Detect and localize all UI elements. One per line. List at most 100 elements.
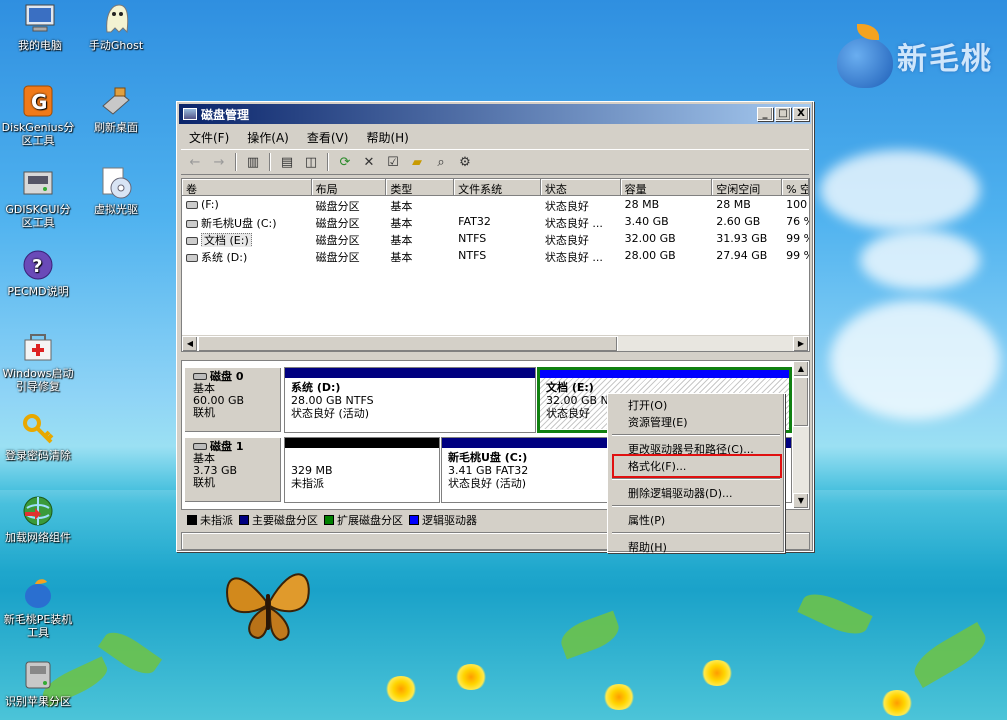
desktop-icon-network[interactable]: 加载网络组件 xyxy=(0,494,76,544)
column-header-type[interactable]: 类型 xyxy=(386,179,455,196)
desktop-icon-my-computer[interactable]: 我的电脑 xyxy=(2,2,78,52)
unallocated-bar xyxy=(285,438,439,448)
vertical-scrollbar[interactable]: ▲ ▼ xyxy=(793,361,809,509)
show-hide-tree-icon[interactable]: ▥ xyxy=(243,153,263,171)
menu-item-explore[interactable]: 资源管理(E) xyxy=(610,413,782,430)
volume-list-header: 卷 布局 类型 文件系统 状态 容量 空闲空间 % 空 xyxy=(182,179,809,196)
table-row[interactable]: 系统 (D:) 磁盘分区 基本 NTFS 状态良好 ... 28.00 GB 2… xyxy=(182,247,809,264)
table-row[interactable]: (F:) 磁盘分区 基本 状态良好 28 MB 28 MB 100 % xyxy=(182,196,809,213)
gdiskgui-icon xyxy=(21,166,55,200)
desktop-icon-virtual-cd[interactable]: 虚拟光驱 xyxy=(78,166,154,216)
disk-state: 联机 xyxy=(193,406,215,419)
volume-name-cell: 新毛桃U盘 (C:) xyxy=(182,213,312,230)
desktop-icon-boot-repair[interactable]: Windows启动引导修复 xyxy=(0,330,76,393)
column-header-layout[interactable]: 布局 xyxy=(311,179,387,196)
menu-file[interactable]: 文件(F) xyxy=(181,126,237,146)
computer-icon xyxy=(23,2,57,36)
disk-label[interactable]: 磁盘 1 基本 3.73 GB 联机 xyxy=(184,437,282,503)
action-pane-icon[interactable]: ◫ xyxy=(301,153,321,171)
menu-help[interactable]: 帮助(H) xyxy=(358,126,416,146)
capacity-cell: 28.00 GB xyxy=(624,249,676,262)
menu-item-delete-logical-drive[interactable]: 删除逻辑驱动器(D)... xyxy=(610,484,782,501)
menu-separator xyxy=(612,478,780,480)
title-bar[interactable]: 磁盘管理 _ □ X xyxy=(179,104,811,124)
leaf xyxy=(97,625,163,681)
scroll-left-button[interactable]: ◀ xyxy=(182,336,198,351)
drive-icon xyxy=(186,254,198,262)
minimize-button[interactable]: _ xyxy=(757,107,773,121)
type-cell: 基本 xyxy=(390,217,413,230)
maximize-button[interactable]: □ xyxy=(775,107,791,121)
desktop-icon-ghost[interactable]: 手动Ghost xyxy=(78,2,154,52)
desktop-icon-refresh-desktop[interactable]: 刷新桌面 xyxy=(78,84,154,134)
free-space-cell: 27.94 GB xyxy=(716,249,768,262)
legend-label: 扩展磁盘分区 xyxy=(337,514,403,527)
check-icon[interactable]: ☑ xyxy=(383,153,403,171)
legend-swatch xyxy=(324,515,334,525)
toolbar-separator xyxy=(327,153,329,171)
column-header-free-space[interactable]: 空闲空间 xyxy=(712,179,783,196)
search-icon[interactable]: ⌕ xyxy=(431,153,451,171)
disk-icon xyxy=(193,373,207,380)
column-header-volume[interactable]: 卷 xyxy=(182,179,312,196)
capacity-cell: 3.40 GB xyxy=(624,215,669,228)
column-header-status[interactable]: 状态 xyxy=(540,179,621,196)
desktop-icon-password-clear[interactable]: 登录密码清除 xyxy=(0,412,76,462)
svg-text:?: ? xyxy=(32,256,42,277)
window-title: 磁盘管理 xyxy=(201,107,250,122)
partition-block[interactable]: 329 MB 未指派 xyxy=(284,437,440,503)
settings-icon[interactable]: ⚙ xyxy=(455,153,475,171)
scroll-up-button[interactable]: ▲ xyxy=(793,361,809,377)
filesystem-cell: NTFS xyxy=(458,232,487,245)
column-header-filesystem[interactable]: 文件系统 xyxy=(454,179,541,196)
back-arrow-icon[interactable]: ← xyxy=(185,153,205,171)
flower xyxy=(880,690,914,716)
scroll-down-button[interactable]: ▼ xyxy=(793,493,809,509)
refresh-desktop-icon xyxy=(99,84,133,118)
layout-cell: 磁盘分区 xyxy=(315,234,360,247)
menu-item-open[interactable]: 打开(O) xyxy=(610,396,782,413)
format-highlight-box xyxy=(612,454,782,478)
desktop-icon-diskgenius[interactable]: G DiskGenius分区工具 xyxy=(0,84,76,147)
leaf xyxy=(907,622,993,688)
cloud xyxy=(820,150,980,230)
desktop-icon-apple-partition[interactable]: 识别苹果分区 xyxy=(0,658,76,708)
scroll-thumb[interactable] xyxy=(198,336,618,351)
percent-free-cell: 76 % xyxy=(786,215,809,228)
layout-cell: 磁盘分区 xyxy=(315,200,360,213)
type-cell: 基本 xyxy=(390,200,413,213)
toolbar: ← → ▥ ▤ ◫ ⟳ ✕ ☑ ▰ ⌕ ⚙ xyxy=(181,149,809,175)
column-header-percent-free[interactable]: % 空 xyxy=(782,179,809,196)
partition-block[interactable]: 系统 (D:) 28.00 GB NTFS 状态良好 (活动) xyxy=(284,367,536,433)
desktop-icon-pe-installer[interactable]: 新毛桃PE装机工具 xyxy=(0,576,76,639)
volume-name: 文档 (E:) xyxy=(201,233,252,247)
refresh-icon[interactable]: ⟳ xyxy=(335,153,355,171)
desktop-icon-label: 登录密码清除 xyxy=(5,449,71,462)
disk-label[interactable]: 磁盘 0 基本 60.00 GB 联机 xyxy=(184,367,282,433)
menu-action[interactable]: 操作(A) xyxy=(239,126,297,146)
menu-item-help[interactable]: 帮助(H) xyxy=(610,538,782,555)
scroll-right-button[interactable]: ▶ xyxy=(793,336,809,351)
flower xyxy=(602,684,636,710)
scroll-thumb[interactable] xyxy=(793,377,809,427)
delete-icon[interactable]: ✕ xyxy=(359,153,379,171)
menu-view[interactable]: 查看(V) xyxy=(299,126,357,146)
menu-item-properties[interactable]: 属性(P) xyxy=(610,511,782,528)
close-button[interactable]: X xyxy=(793,107,809,121)
desktop-icon-gdiskgui[interactable]: GDISKGUI分区工具 xyxy=(0,166,76,229)
column-header-capacity[interactable]: 容量 xyxy=(620,179,713,196)
disk-name: 磁盘 1 xyxy=(210,440,244,453)
free-space-cell: 2.60 GB xyxy=(716,215,761,228)
status-cell: 状态良好 ... xyxy=(544,217,603,230)
table-row[interactable]: 文档 (E:) 磁盘分区 基本 NTFS 状态良好 32.00 GB 31.93… xyxy=(182,230,809,247)
forward-arrow-icon[interactable]: → xyxy=(209,153,229,171)
filesystem-cell: FAT32 xyxy=(458,215,491,228)
properties-icon[interactable]: ▤ xyxy=(277,153,297,171)
open-folder-icon[interactable]: ▰ xyxy=(407,153,427,171)
table-row[interactable]: 新毛桃U盘 (C:) 磁盘分区 基本 FAT32 状态良好 ... 3.40 G… xyxy=(182,213,809,230)
flower xyxy=(384,676,418,702)
drive-icon xyxy=(21,658,55,692)
horizontal-scrollbar[interactable]: ◀ ▶ xyxy=(182,335,809,351)
desktop-icon-pecmd-help[interactable]: ? PECMD说明 xyxy=(0,248,76,298)
partition-status: 状态良好 (活动) xyxy=(291,407,370,420)
